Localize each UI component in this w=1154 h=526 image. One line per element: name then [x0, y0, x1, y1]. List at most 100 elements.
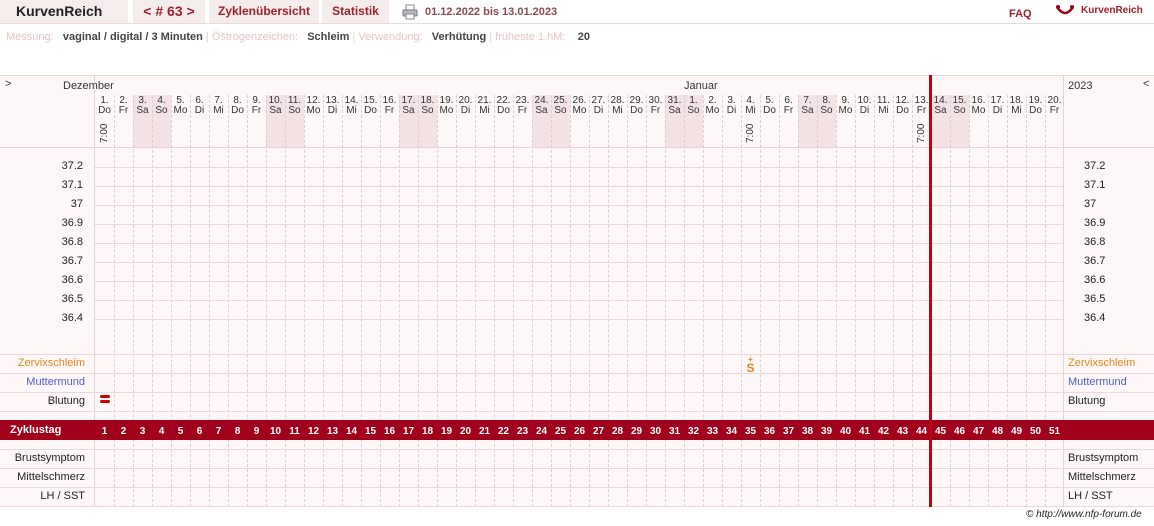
day-header[interactable]: 7. Sa: [798, 95, 817, 147]
day-header[interactable]: 12. Mo: [304, 95, 323, 147]
cycle-day-cell[interactable]: 16: [380, 423, 399, 441]
day-header[interactable]: 2. Fr: [114, 95, 133, 147]
day-header[interactable]: 16. Mo: [969, 95, 988, 147]
day-header[interactable]: 9. Fr: [247, 95, 266, 147]
cycle-day-cell[interactable]: 30: [646, 423, 665, 441]
cycle-day-cell[interactable]: 12: [304, 423, 323, 441]
brand-tab[interactable]: KurvenReich: [0, 0, 128, 23]
day-header[interactable]: 26. Mo: [570, 95, 589, 147]
cycle-day-cell[interactable]: 47: [969, 423, 988, 441]
cycle-day-cell[interactable]: 41: [855, 423, 874, 441]
day-header[interactable]: 9. Mo: [836, 95, 855, 147]
day-header[interactable]: 10. Di: [855, 95, 874, 147]
cycle-day-cell[interactable]: 20: [456, 423, 475, 441]
day-header[interactable]: 30. Fr: [646, 95, 665, 147]
cycle-day-cell[interactable]: 15: [361, 423, 380, 441]
day-header[interactable]: 17. Di: [988, 95, 1007, 147]
cycle-day-cell[interactable]: 10: [266, 423, 285, 441]
cycle-day-cell[interactable]: 40: [836, 423, 855, 441]
cycle-day-cell[interactable]: 45: [931, 423, 950, 441]
cycle-day-cell[interactable]: 4: [152, 423, 171, 441]
cycle-day-cell[interactable]: 11: [285, 423, 304, 441]
day-header[interactable]: 14. Mi: [342, 95, 361, 147]
cycle-day-cell[interactable]: 13: [323, 423, 342, 441]
cycle-day-cell[interactable]: 18: [418, 423, 437, 441]
cycle-day-cell[interactable]: 8: [228, 423, 247, 441]
day-header[interactable]: 27. Di: [589, 95, 608, 147]
day-header[interactable]: 11. So: [285, 95, 304, 147]
cycle-day-cell[interactable]: 29: [627, 423, 646, 441]
day-header[interactable]: 17. Sa: [399, 95, 418, 147]
cycle-day-cell[interactable]: 39: [817, 423, 836, 441]
day-header[interactable]: 23. Fr: [513, 95, 532, 147]
cycle-day-cell[interactable]: 27: [589, 423, 608, 441]
day-header[interactable]: 8. Do: [228, 95, 247, 147]
day-header[interactable]: 7. Mi: [209, 95, 228, 147]
day-header[interactable]: 6. Fr: [779, 95, 798, 147]
day-header[interactable]: 24. Sa: [532, 95, 551, 147]
cycle-day-cell[interactable]: 36: [760, 423, 779, 441]
day-header[interactable]: 3. Di: [722, 95, 741, 147]
cycle-day-cell[interactable]: 7: [209, 423, 228, 441]
day-header[interactable]: 6. Di: [190, 95, 209, 147]
cycle-day-cell[interactable]: 2: [114, 423, 133, 441]
cycle-day-cell[interactable]: 3: [133, 423, 152, 441]
cycle-day-cell[interactable]: 31: [665, 423, 684, 441]
day-header[interactable]: 22. Do: [494, 95, 513, 147]
day-header[interactable]: 18. Mi: [1007, 95, 1026, 147]
cycle-day-cell[interactable]: 49: [1007, 423, 1026, 441]
cycle-day-cell[interactable]: 23: [513, 423, 532, 441]
day-header[interactable]: 4. So: [152, 95, 171, 147]
day-header[interactable]: 21. Mi: [475, 95, 494, 147]
scroll-left-button[interactable]: >: [5, 78, 11, 90]
cycle-day-cell[interactable]: 48: [988, 423, 1007, 441]
day-header[interactable]: 15. Do: [361, 95, 380, 147]
printer-icon[interactable]: [402, 4, 418, 25]
cycle-day-cell[interactable]: 34: [722, 423, 741, 441]
day-header[interactable]: 12. Do: [893, 95, 912, 147]
cycle-day-cell[interactable]: 28: [608, 423, 627, 441]
scroll-right-button[interactable]: <: [1143, 78, 1149, 90]
cycle-day-cell[interactable]: 32: [684, 423, 703, 441]
cycle-day-cell[interactable]: 38: [798, 423, 817, 441]
day-header[interactable]: 3. Sa: [133, 95, 152, 147]
day-header[interactable]: 31. Sa: [665, 95, 684, 147]
day-header[interactable]: 25. So: [551, 95, 570, 147]
cycle-day-cell[interactable]: 14: [342, 423, 361, 441]
day-header[interactable]: 16. Fr: [380, 95, 399, 147]
cycle-day-cell[interactable]: 26: [570, 423, 589, 441]
day-header[interactable]: 18. So: [418, 95, 437, 147]
cycle-day-cell[interactable]: 5: [171, 423, 190, 441]
cycle-day-cell[interactable]: 22: [494, 423, 513, 441]
day-header[interactable]: 10. Sa: [266, 95, 285, 147]
day-header[interactable]: 20. Di: [456, 95, 475, 147]
cycle-day-cell[interactable]: 43: [893, 423, 912, 441]
cycle-day-cell[interactable]: 9: [247, 423, 266, 441]
day-header[interactable]: 8. So: [817, 95, 836, 147]
cycle-day-cell[interactable]: 50: [1026, 423, 1045, 441]
cycle-overview-link[interactable]: Zyklenübersicht: [209, 0, 319, 23]
cycle-day-cell[interactable]: 6: [190, 423, 209, 441]
day-header[interactable]: 28. Mi: [608, 95, 627, 147]
day-header[interactable]: 1. So: [684, 95, 703, 147]
cycle-day-cell[interactable]: 37: [779, 423, 798, 441]
day-header[interactable]: 2. Mo: [703, 95, 722, 147]
cycle-day-cell[interactable]: 46: [950, 423, 969, 441]
day-header[interactable]: 11. Mi: [874, 95, 893, 147]
cycle-day-cell[interactable]: 1: [95, 423, 114, 441]
day-header[interactable]: 20. Fr: [1045, 95, 1064, 147]
statistics-link[interactable]: Statistik: [322, 0, 389, 23]
day-header[interactable]: 14. Sa: [931, 95, 950, 147]
cycle-day-cell[interactable]: 19: [437, 423, 456, 441]
cycle-day-cell[interactable]: 42: [874, 423, 893, 441]
cycle-day-cell[interactable]: 24: [532, 423, 551, 441]
faq-link[interactable]: FAQ: [1009, 8, 1032, 20]
day-header[interactable]: 5. Do: [760, 95, 779, 147]
day-header[interactable]: 19. Mo: [437, 95, 456, 147]
cycle-day-cell[interactable]: 51: [1045, 423, 1064, 441]
day-header[interactable]: 29. Do: [627, 95, 646, 147]
day-header[interactable]: 13. Di: [323, 95, 342, 147]
cycle-day-cell[interactable]: 21: [475, 423, 494, 441]
day-header[interactable]: 19. Do: [1026, 95, 1045, 147]
cycle-day-cell[interactable]: 33: [703, 423, 722, 441]
